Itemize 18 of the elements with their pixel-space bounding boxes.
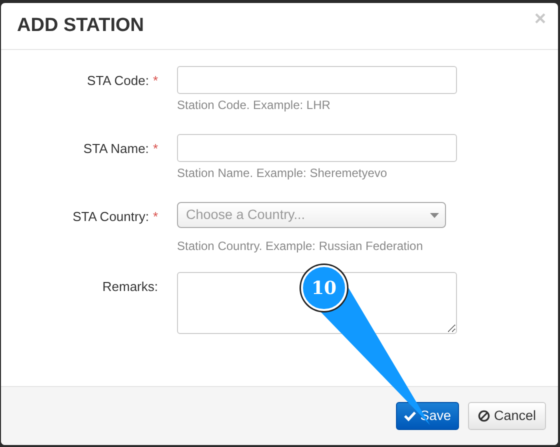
field-label: STA Name: xyxy=(83,141,149,156)
required-marker: * xyxy=(152,73,158,88)
help-text: Station Country. Example: Russian Federation xyxy=(177,238,424,255)
field-label: Remarks: xyxy=(102,279,158,294)
text-field[interactable] xyxy=(177,66,457,94)
check-icon xyxy=(404,410,416,422)
help-text: Station Name. Example: Sheremetyevo xyxy=(177,165,388,182)
prohibited-icon xyxy=(478,410,490,422)
field-label: STA Country: xyxy=(72,209,149,224)
text-field[interactable] xyxy=(177,134,457,162)
remarks-field[interactable] xyxy=(177,272,457,334)
required-marker: * xyxy=(152,209,158,224)
cancel-button[interactable]: Cancel xyxy=(468,402,546,430)
field-label: STA Code: xyxy=(87,73,149,88)
help-text: Station Code. Example: LHR xyxy=(177,97,332,114)
required-marker: * xyxy=(152,141,158,156)
dialog-title: ADD STATION xyxy=(17,14,144,38)
caret-icon xyxy=(430,212,439,218)
